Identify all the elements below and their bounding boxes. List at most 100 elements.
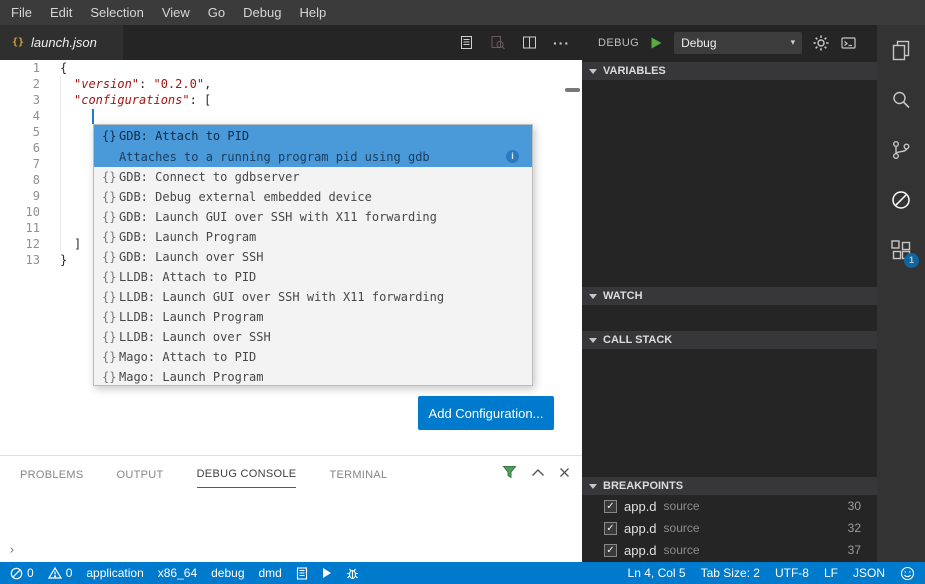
- breakpoint-row[interactable]: ✓ app.d source 30: [582, 495, 877, 517]
- feedback-smiley-icon[interactable]: [900, 566, 915, 581]
- extensions-icon[interactable]: 1: [877, 225, 925, 275]
- breakpoint-checkbox[interactable]: ✓: [604, 544, 617, 557]
- start-debug-button[interactable]: [650, 36, 663, 50]
- search-icon[interactable]: [877, 75, 925, 125]
- tab-size[interactable]: Tab Size: 2: [701, 566, 760, 580]
- suggest-label: Mago: Launch Program: [119, 370, 264, 384]
- open-debug-console-icon[interactable]: [840, 35, 857, 51]
- suggest-label: GDB: Connect to gdbserver: [119, 170, 300, 184]
- chevron-expanded-icon: [589, 484, 597, 489]
- section-watch[interactable]: WATCH: [582, 287, 877, 305]
- suggest-item[interactable]: {}LLDB: Attach to PID: [94, 267, 532, 287]
- tab-title: launch.json: [31, 35, 97, 50]
- breakpoint-row[interactable]: ✓ app.d source 37: [582, 539, 877, 561]
- suggest-label: LLDB: Launch over SSH: [119, 330, 271, 344]
- suggest-item-selected[interactable]: {} GDB: Attach to PID Attaches to a runn…: [94, 125, 532, 167]
- suggest-item[interactable]: {}LLDB: Launch over SSH: [94, 327, 532, 347]
- eol[interactable]: LF: [824, 566, 838, 580]
- breakpoint-checkbox[interactable]: ✓: [604, 522, 617, 535]
- maximize-panel-icon[interactable]: [531, 468, 545, 477]
- tab-terminal[interactable]: TERMINAL: [329, 459, 387, 488]
- debug-icon[interactable]: [877, 175, 925, 225]
- gear-icon[interactable]: [813, 35, 829, 51]
- language-mode[interactable]: JSON: [853, 566, 885, 580]
- suggest-item[interactable]: {}Mago: Attach to PID: [94, 347, 532, 367]
- snippet-icon: {}: [102, 190, 119, 204]
- suggest-item[interactable]: {}LLDB: Launch Program: [94, 307, 532, 327]
- tab-output[interactable]: OUTPUT: [117, 459, 164, 488]
- menu-go[interactable]: Go: [199, 0, 234, 25]
- suggest-item[interactable]: {}GDB: Launch over SSH: [94, 247, 532, 267]
- menu-view[interactable]: View: [153, 0, 199, 25]
- suggest-item[interactable]: {}LLDB: Launch GUI over SSH with X11 for…: [94, 287, 532, 307]
- status-arch[interactable]: x86_64: [158, 566, 197, 580]
- section-breakpoints[interactable]: BREAKPOINTS: [582, 477, 877, 495]
- tab-debug-console[interactable]: DEBUG CONSOLE: [197, 458, 297, 488]
- status-build-type[interactable]: debug: [211, 566, 244, 580]
- explorer-icon[interactable]: [877, 25, 925, 75]
- menu-file[interactable]: File: [2, 0, 41, 25]
- cursor-position[interactable]: Ln 4, Col 5: [628, 566, 686, 580]
- activity-bar: 1: [877, 25, 925, 562]
- editor-tab-bar: {} launch.json ···: [0, 25, 582, 60]
- breakpoint-checkbox[interactable]: ✓: [604, 500, 617, 513]
- snippet-icon: {}: [102, 250, 119, 264]
- status-compiler[interactable]: dmd: [259, 566, 282, 580]
- suggest-item[interactable]: {}GDB: Connect to gdbserver: [94, 167, 532, 187]
- editor-actions: ···: [459, 25, 582, 60]
- suggest-label: LLDB: Launch GUI over SSH with X11 forwa…: [119, 290, 444, 304]
- line-number: 1: [0, 60, 40, 76]
- section-call-stack[interactable]: CALL STACK: [582, 331, 877, 349]
- menu-selection[interactable]: Selection: [81, 0, 152, 25]
- suggest-item[interactable]: {}GDB: Debug external embedded device: [94, 187, 532, 207]
- breakpoint-row[interactable]: ✓ app.d source 32: [582, 517, 877, 539]
- docs-icon[interactable]: [296, 567, 308, 580]
- filter-icon[interactable]: [502, 465, 517, 479]
- bug-icon[interactable]: [346, 567, 359, 580]
- suggest-detail: Attaches to a running program pid using …: [119, 150, 430, 164]
- encoding[interactable]: UTF-8: [775, 566, 809, 580]
- menu-help[interactable]: Help: [290, 0, 335, 25]
- error-count[interactable]: 0: [10, 566, 34, 580]
- source-control-icon[interactable]: [877, 125, 925, 175]
- selected-config: Debug: [681, 36, 716, 50]
- snippet-icon: {}: [102, 310, 119, 324]
- close-panel-icon[interactable]: [559, 467, 570, 478]
- editor-gutter[interactable]: 1 2 3 4 5 6 7 8 9 10 11 12 13: [0, 60, 40, 268]
- code-line: "version": "0.2.0",: [60, 76, 582, 92]
- text-cursor: [92, 109, 94, 124]
- tab-launch-json[interactable]: {} launch.json: [0, 25, 123, 60]
- split-editor-icon[interactable]: [522, 35, 537, 50]
- debug-config-select[interactable]: Debug ▾: [674, 32, 802, 54]
- status-application[interactable]: application: [86, 566, 143, 580]
- run-icon[interactable]: [322, 567, 332, 579]
- warning-count-value: 0: [66, 566, 73, 580]
- snippet-icon: {}: [102, 330, 119, 344]
- line-number: 10: [0, 204, 40, 220]
- line-number: 13: [0, 252, 40, 268]
- info-icon[interactable]: i: [506, 150, 519, 163]
- panel-actions: [502, 465, 570, 479]
- search-preview-icon[interactable]: [490, 35, 506, 51]
- breakpoints-list: ✓ app.d source 30 ✓ app.d source 32 ✓ ap…: [582, 495, 877, 561]
- section-title: VARIABLES: [603, 65, 666, 77]
- tab-problems[interactable]: PROBLEMS: [20, 459, 84, 488]
- add-configuration-button[interactable]: Add Configuration...: [418, 396, 554, 430]
- line-number: 7: [0, 156, 40, 172]
- error-count-value: 0: [27, 566, 34, 580]
- section-variables[interactable]: VARIABLES: [582, 62, 877, 80]
- menu-edit[interactable]: Edit: [41, 0, 81, 25]
- suggest-item[interactable]: {}Mago: Launch Program: [94, 367, 532, 386]
- suggest-item[interactable]: {}GDB: Launch GUI over SSH with X11 forw…: [94, 207, 532, 227]
- suggest-item[interactable]: {}GDB: Launch Program: [94, 227, 532, 247]
- bottom-panel: PROBLEMS OUTPUT DEBUG CONSOLE TERMINAL ›: [0, 455, 582, 562]
- open-preview-icon[interactable]: [459, 35, 474, 50]
- code-line: [60, 108, 582, 124]
- debug-console-input[interactable]: ›: [0, 490, 582, 562]
- snippet-icon: {}: [102, 270, 119, 284]
- menu-debug[interactable]: Debug: [234, 0, 290, 25]
- more-actions-icon[interactable]: ···: [553, 35, 570, 51]
- warning-count[interactable]: 0: [48, 566, 73, 580]
- editor[interactable]: 1 2 3 4 5 6 7 8 9 10 11 12 13 { "version…: [0, 60, 582, 455]
- snippet-icon: {}: [102, 350, 119, 364]
